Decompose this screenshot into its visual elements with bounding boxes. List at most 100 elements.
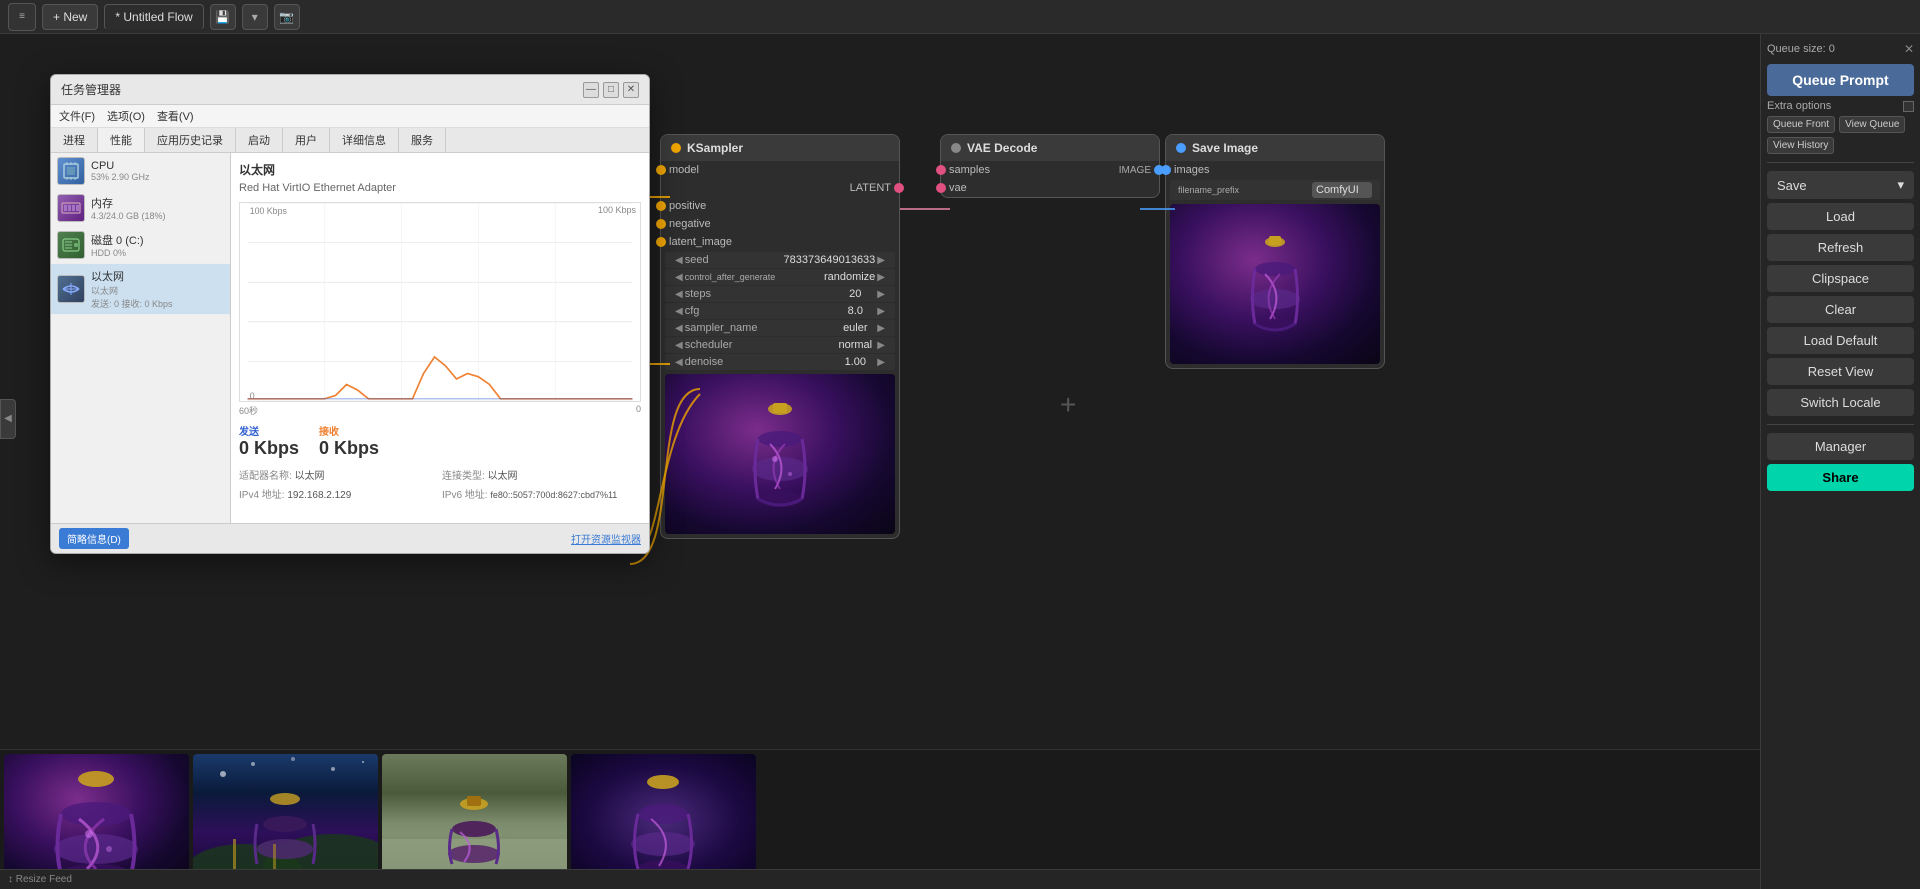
tm-restore-btn[interactable]: □ (603, 82, 619, 98)
ksampler-sampler-left-arrow[interactable]: ◀ (673, 323, 685, 334)
ksampler-latent-input-port[interactable] (656, 237, 666, 247)
flow-tab[interactable]: * Untitled Flow (104, 4, 203, 30)
manager-button[interactable]: Manager (1767, 433, 1914, 460)
thumb-3[interactable] (382, 754, 567, 884)
ksampler-cag-right-arrow[interactable]: ▶ (875, 272, 887, 283)
ksampler-negative-port[interactable] (656, 219, 666, 229)
extra-options-label: Extra options (1767, 100, 1831, 112)
save-filename-input[interactable] (1312, 182, 1372, 198)
scroll-handle-left[interactable]: ◀ (0, 399, 16, 439)
ksampler-cfg-label: cfg (685, 305, 836, 317)
app-logo[interactable]: ≡ (8, 3, 36, 31)
tm-ipv6-label: IPv6 地址: (442, 490, 488, 501)
tm-list-item-cpu[interactable]: CPU 53% 2.90 GHz (51, 153, 230, 190)
ksampler-seed-right-arrow[interactable]: ▶ (875, 255, 887, 266)
tm-minimize-btn[interactable]: — (583, 82, 599, 98)
save-label: Save (1777, 178, 1807, 193)
tm-tab-processes[interactable]: 进程 (51, 128, 98, 152)
view-queue-button[interactable]: View Queue (1839, 116, 1905, 133)
ksampler-positive-row: positive (661, 197, 899, 215)
refresh-button[interactable]: Refresh (1767, 234, 1914, 261)
ksampler-scheduler-left-arrow[interactable]: ◀ (673, 340, 685, 351)
ksampler-model-input-port[interactable] (656, 165, 666, 175)
tm-chart-y-max: 100 Kbps (598, 205, 636, 215)
ksampler-cag-left-arrow[interactable]: ◀ (673, 272, 685, 283)
ksampler-latent-output-port[interactable] (894, 183, 904, 193)
queue-prompt-button[interactable]: Queue Prompt (1767, 64, 1914, 96)
extra-options-checkbox[interactable] (1903, 101, 1914, 112)
vae-vae-row: vae (941, 179, 1159, 197)
dropdown-button[interactable]: ▾ (242, 4, 268, 30)
tm-tab-performance[interactable]: 性能 (98, 128, 145, 152)
save-images-port[interactable] (1161, 165, 1171, 175)
tm-recv-label: 接收 (319, 423, 379, 438)
tm-resource-monitor-link[interactable]: 打开资源监视器 (571, 531, 641, 546)
ksampler-steps-right-arrow[interactable]: ▶ (875, 289, 887, 300)
ksampler-seed-left-arrow[interactable]: ◀ (673, 255, 685, 266)
share-button[interactable]: Share (1767, 464, 1914, 491)
clear-label: Clear (1825, 302, 1856, 317)
tm-disk-label: 磁盘 0 (C:) (91, 232, 144, 248)
save-button[interactable]: Save ▾ (1767, 171, 1914, 199)
ksampler-denoise-control[interactable]: ◀ denoise 1.00 ▶ (665, 354, 895, 370)
load-default-button[interactable]: Load Default (1767, 327, 1914, 354)
tm-menu-file[interactable]: 文件(F) (59, 108, 95, 124)
ksampler-scheduler-right-arrow[interactable]: ▶ (875, 340, 887, 351)
tm-tab-details[interactable]: 详细信息 (330, 128, 399, 152)
reset-view-button[interactable]: Reset View (1767, 358, 1914, 385)
ksampler-seed-control[interactable]: ◀ seed 783373649013633 ▶ (665, 252, 895, 268)
save-filename-control[interactable]: filename_prefix (1170, 180, 1380, 200)
tm-send-value: 0 Kbps (239, 438, 299, 459)
ksampler-cfg-left-arrow[interactable]: ◀ (673, 306, 685, 317)
clipspace-button[interactable]: Clipspace (1767, 265, 1914, 292)
tm-brief-info-btn[interactable]: 简略信息(D) (59, 528, 129, 549)
canvas-plus[interactable]: + (1060, 389, 1076, 421)
task-manager-title: 任务管理器 (61, 81, 121, 98)
tm-menu-view[interactable]: 查看(V) (157, 108, 194, 124)
ksampler-control-after-control[interactable]: ◀ control_after_generate randomize ▶ (665, 269, 895, 285)
thumb-2[interactable] (193, 754, 378, 884)
tm-ipv6-row: IPv6 地址: fe80::5057:700d:8627:cbd7%11 (442, 486, 641, 501)
tm-adapter-value: 以太网 (295, 471, 325, 482)
ksampler-positive-port[interactable] (656, 201, 666, 211)
ksampler-cfg-value: 8.0 (835, 305, 875, 317)
tm-tab-services[interactable]: 服务 (399, 128, 446, 152)
vae-samples-port[interactable] (936, 165, 946, 175)
view-history-button[interactable]: View History (1767, 137, 1834, 154)
new-button[interactable]: + New (42, 4, 98, 30)
tm-tab-app-history[interactable]: 应用历史记录 (145, 128, 236, 152)
tm-list-item-network[interactable]: 以太网 以太网 发送: 0 接收: 0 Kbps (51, 264, 230, 315)
switch-locale-button[interactable]: Switch Locale (1767, 389, 1914, 416)
load-button[interactable]: Load (1767, 203, 1914, 230)
canvas[interactable]: ◀ KSampler model LATENT positive negativ… (0, 34, 1920, 889)
tm-close-btn[interactable]: ✕ (623, 82, 639, 98)
tm-list-item-memory[interactable]: 内存 4.3/24.0 GB (18%) (51, 190, 230, 227)
ksampler-steps-control[interactable]: ◀ steps 20 ▶ (665, 286, 895, 302)
clear-button[interactable]: Clear (1767, 296, 1914, 323)
ksampler-sampler-control[interactable]: ◀ sampler_name euler ▶ (665, 320, 895, 336)
resize-feed-bar[interactable]: ↕ Resize Feed (0, 869, 1760, 889)
save-icon-button[interactable]: 💾 (210, 4, 236, 30)
ksampler-sampler-right-arrow[interactable]: ▶ (875, 323, 887, 334)
tm-tab-users[interactable]: 用户 (283, 128, 330, 152)
ksampler-steps-left-arrow[interactable]: ◀ (673, 289, 685, 300)
thumb-4[interactable] (571, 754, 756, 884)
ksampler-denoise-right-arrow[interactable]: ▶ (875, 357, 887, 368)
ksampler-cfg-control[interactable]: ◀ cfg 8.0 ▶ (665, 303, 895, 319)
tm-tab-startup[interactable]: 启动 (236, 128, 283, 152)
screenshot-button[interactable]: 📷 (274, 4, 300, 30)
thumb-1[interactable] (4, 754, 189, 884)
sidebar-close-btn[interactable]: ✕ (1904, 42, 1914, 56)
vae-decode-header: VAE Decode (941, 135, 1159, 161)
ksampler-latent-image-label: latent_image (669, 236, 891, 248)
ksampler-denoise-left-arrow[interactable]: ◀ (673, 357, 685, 368)
vae-decode-title: VAE Decode (967, 141, 1037, 155)
queue-front-button[interactable]: Queue Front (1767, 116, 1835, 133)
tm-mem-icon (57, 194, 85, 222)
ksampler-positive-label: positive (669, 200, 891, 212)
ksampler-scheduler-control[interactable]: ◀ scheduler normal ▶ (665, 337, 895, 353)
tm-list-item-disk[interactable]: 磁盘 0 (C:) HDD 0% (51, 227, 230, 264)
vae-vae-port[interactable] (936, 183, 946, 193)
ksampler-cfg-right-arrow[interactable]: ▶ (875, 306, 887, 317)
tm-menu-options[interactable]: 选项(O) (107, 108, 145, 124)
